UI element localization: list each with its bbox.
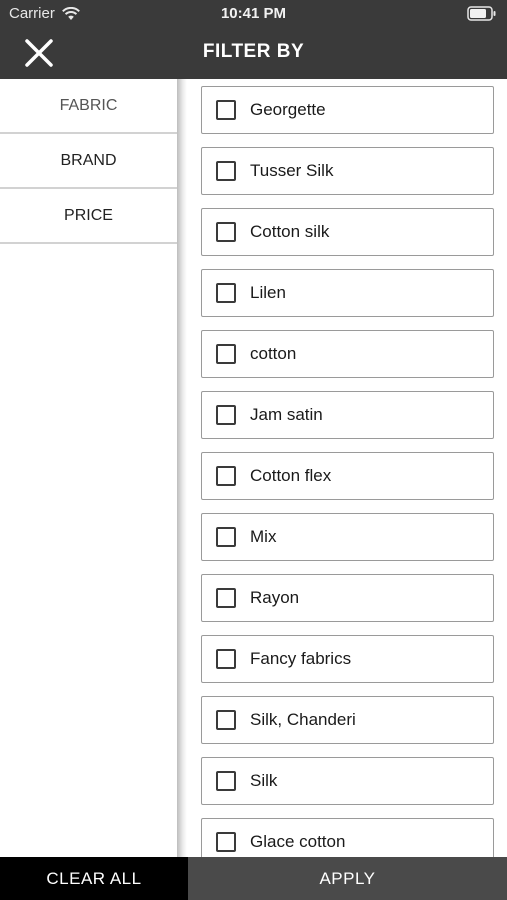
sidebar-item-label: FABRIC [59,96,118,114]
option-label: Lilen [250,283,286,302]
option-label: Jam satin [250,405,323,424]
fabric-options-list[interactable]: Georgette Tusser Silk Cotton silk Lilen … [187,79,507,857]
option-fancy-fabrics[interactable]: Fancy fabrics [201,635,494,683]
filter-category-sidebar: FABRIC BRAND PRICE [0,79,177,857]
status-bar: Carrier 10:41 PM [0,0,507,28]
checkbox[interactable] [216,222,236,242]
status-time: 10:41 PM [220,5,287,22]
option-georgette[interactable]: Georgette [201,86,494,134]
option-label: Cotton flex [250,466,332,485]
battery-icon [467,6,496,21]
page-title: FILTER BY [202,41,305,62]
apply-button[interactable]: APPLY [188,857,507,900]
sidebar-item-label: PRICE [64,206,113,224]
header-bar: Carrier 10:41 PM FILTER BY [0,0,507,79]
sidebar-item-price[interactable]: PRICE [0,189,177,244]
checkbox[interactable] [216,527,236,547]
option-label: Fancy fabrics [250,649,352,668]
option-lilen[interactable]: Lilen [201,269,494,317]
checkbox[interactable] [216,649,236,669]
option-label: Georgette [250,100,326,119]
checkbox[interactable] [216,588,236,608]
option-mix[interactable]: Mix [201,513,494,561]
checkbox[interactable] [216,405,236,425]
clear-all-button[interactable]: CLEAR ALL [0,857,188,900]
option-label: cotton [250,344,297,363]
checkbox[interactable] [216,344,236,364]
option-silk-chanderi[interactable]: Silk, Chanderi [201,696,494,744]
sidebar-item-brand[interactable]: BRAND [0,134,177,189]
option-cotton-silk[interactable]: Cotton silk [201,208,494,256]
option-glace-cotton[interactable]: Glace cotton [201,818,494,857]
sidebar-item-label: BRAND [60,151,117,169]
checkbox[interactable] [216,771,236,791]
panel-divider [177,79,187,857]
option-label: Silk, Chanderi [250,710,356,729]
option-label: Mix [250,527,277,546]
option-cotton[interactable]: cotton [201,330,494,378]
option-tusser-silk[interactable]: Tusser Silk [201,147,494,195]
option-label: Glace cotton [250,832,346,851]
checkbox[interactable] [216,710,236,730]
option-cotton-flex[interactable]: Cotton flex [201,452,494,500]
option-label: Rayon [250,588,300,607]
checkbox[interactable] [216,161,236,181]
option-label: Silk [250,771,278,790]
checkbox[interactable] [216,100,236,120]
checkbox[interactable] [216,283,236,303]
footer-actions: CLEAR ALL APPLY [0,857,507,900]
checkbox[interactable] [216,832,236,852]
checkbox[interactable] [216,466,236,486]
option-jam-satin[interactable]: Jam satin [201,391,494,439]
option-rayon[interactable]: Rayon [201,574,494,622]
option-label: Cotton silk [250,222,330,241]
sidebar-item-fabric[interactable]: FABRIC [0,79,177,134]
option-label: Tusser Silk [250,161,334,180]
option-silk[interactable]: Silk [201,757,494,805]
